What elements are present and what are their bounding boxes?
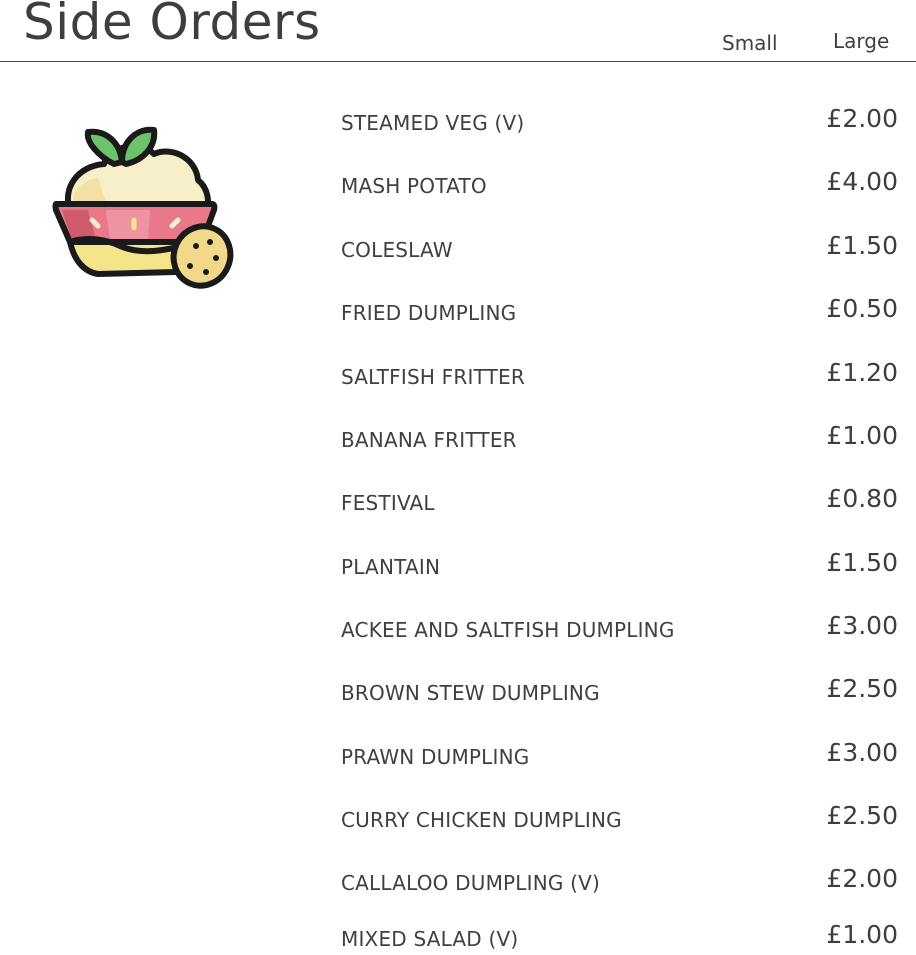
page-title: Side Orders bbox=[23, 0, 321, 51]
menu-item: MASH POTATO £4.00 bbox=[340, 167, 898, 199]
item-price: £2.50 bbox=[826, 801, 898, 830]
item-price: £3.00 bbox=[826, 611, 898, 640]
item-name: CURRY CHICKEN DUMPLING bbox=[341, 808, 622, 832]
item-name: MASH POTATO bbox=[341, 174, 487, 198]
item-name: PLANTAIN bbox=[341, 555, 441, 579]
item-price: £1.50 bbox=[826, 548, 898, 577]
item-price: £2.00 bbox=[826, 104, 898, 133]
menu-item: BANANA FRITTER £1.00 bbox=[340, 421, 898, 453]
menu-item: COLESLAW £1.50 bbox=[340, 231, 898, 263]
menu-item: MIXED SALAD (V) £1.00 bbox=[340, 920, 898, 952]
item-price: £4.00 bbox=[826, 167, 898, 196]
menu-item: STEAMED VEG (V) £2.00 bbox=[340, 104, 898, 136]
item-price: £0.80 bbox=[826, 484, 898, 513]
menu-item: PRAWN DUMPLING £3.00 bbox=[340, 738, 898, 770]
column-header-large: Large bbox=[833, 29, 890, 53]
item-name: BROWN STEW DUMPLING bbox=[341, 681, 600, 705]
item-name: COLESLAW bbox=[341, 238, 453, 262]
item-name: STEAMED VEG (V) bbox=[341, 111, 525, 135]
item-name: PRAWN DUMPLING bbox=[341, 745, 530, 769]
column-header-small: Small bbox=[722, 31, 778, 55]
item-price: £1.00 bbox=[826, 920, 898, 949]
item-price: £1.50 bbox=[826, 231, 898, 260]
item-name: CALLALOO DUMPLING (V) bbox=[341, 871, 601, 895]
item-price: £1.20 bbox=[826, 358, 898, 387]
item-name: SALTFISH FRITTER bbox=[341, 365, 525, 389]
item-name: FESTIVAL bbox=[341, 491, 435, 515]
item-name: FRIED DUMPLING bbox=[341, 301, 517, 325]
item-name: MIXED SALAD (V) bbox=[341, 927, 519, 951]
menu-item: BROWN STEW DUMPLING £2.50 bbox=[340, 674, 898, 706]
item-price: £2.00 bbox=[826, 864, 898, 893]
item-price: £0.50 bbox=[826, 294, 898, 323]
menu-item: CURRY CHICKEN DUMPLING £2.50 bbox=[340, 801, 898, 833]
item-price: £1.00 bbox=[826, 421, 898, 450]
mashed-potato-bowl-icon bbox=[48, 118, 238, 298]
menu-item: SALTFISH FRITTER £1.20 bbox=[340, 358, 898, 390]
item-price: £2.50 bbox=[826, 674, 898, 703]
menu-item: ACKEE AND SALTFISH DUMPLING £3.00 bbox=[340, 611, 898, 643]
menu-item: PLANTAIN £1.50 bbox=[340, 548, 898, 580]
menu-item: FESTIVAL £0.80 bbox=[340, 484, 898, 516]
item-name: BANANA FRITTER bbox=[341, 428, 517, 452]
menu-item: FRIED DUMPLING £0.50 bbox=[340, 294, 898, 326]
item-name: ACKEE AND SALTFISH DUMPLING bbox=[341, 618, 675, 642]
item-price: £3.00 bbox=[826, 738, 898, 767]
menu-header: Side Orders Small Large bbox=[0, 0, 916, 62]
menu-item: CALLALOO DUMPLING (V) £2.00 bbox=[340, 864, 898, 896]
